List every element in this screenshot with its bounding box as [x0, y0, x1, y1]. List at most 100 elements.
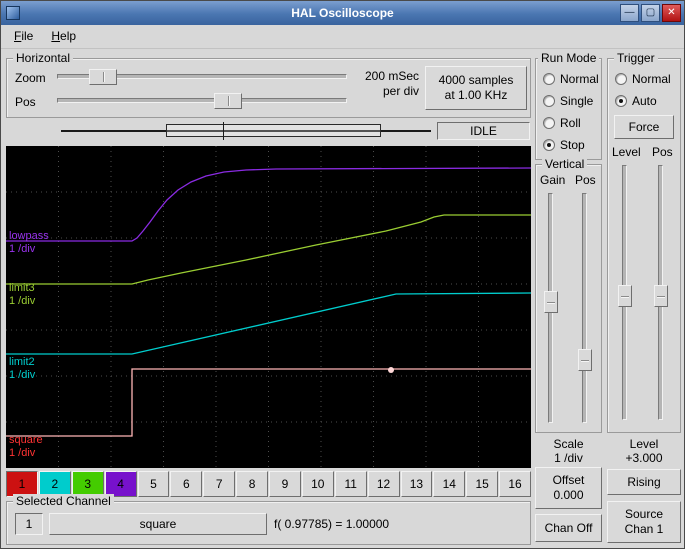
trigger-option-auto[interactable]: Auto [615, 93, 657, 109]
zoom-label: Zoom [15, 71, 46, 85]
trace-label-lowpass: lowpass 1 /div [9, 230, 49, 256]
trace-label-limit3: limit3 1 /div [9, 282, 35, 308]
radio-icon [543, 95, 555, 107]
minimize-icon[interactable]: — [620, 4, 639, 22]
zoom-slider-handle[interactable] [89, 69, 117, 85]
run-mode-option-label: Single [560, 94, 594, 108]
trigger-pos-label: Pos [652, 145, 673, 159]
channel-button-14[interactable]: 14 [433, 471, 466, 497]
selected-channel-frame-label: Selected Channel [13, 494, 114, 508]
channel-button-12[interactable]: 12 [367, 471, 400, 497]
trace-name: limit3 [9, 282, 35, 294]
samples-button[interactable]: 4000 samples at 1.00 KHz [425, 66, 527, 110]
radio-icon [543, 117, 555, 129]
run-mode-option-label: Roll [560, 116, 581, 130]
channel-button-5[interactable]: 5 [137, 471, 170, 497]
run-mode-option-roll[interactable]: Roll [543, 115, 581, 131]
channel-value-readout: f( 0.97785) = 1.00000 [274, 517, 390, 531]
run-mode-option-label: Normal [560, 72, 599, 86]
gain-label: Gain [540, 173, 566, 187]
radio-icon [615, 95, 627, 107]
channel-button-9[interactable]: 9 [269, 471, 301, 497]
trigger-source-button[interactable]: Source Chan 1 [607, 501, 681, 543]
force-button[interactable]: Force [614, 115, 674, 139]
chan-off-button[interactable]: Chan Off [535, 514, 602, 542]
trigger-frame: Trigger Normal Auto Force Level Pos [607, 51, 681, 433]
trace-name: lowpass [9, 230, 49, 242]
maximize-icon[interactable]: ▢ [641, 4, 660, 22]
trigger-level-slider-handle[interactable] [618, 285, 632, 307]
offset-line1: Offset [552, 473, 585, 487]
time-scale-readout: 200 mSec per div [347, 69, 419, 99]
status-display: IDLE [437, 122, 530, 140]
channel-button-13[interactable]: 13 [400, 471, 433, 497]
pos-slider-handle[interactable] [214, 93, 242, 109]
time-scale-line2: per div [382, 84, 419, 98]
trace-name: square [9, 434, 43, 446]
scope-canvas [6, 146, 532, 468]
vertical-frame-label: Vertical [542, 157, 588, 171]
trace-label-square: square 1 /div [9, 434, 43, 460]
titlebar: HAL Oscilloscope — ▢ ✕ [1, 1, 684, 25]
trigger-option-normal[interactable]: Normal [615, 71, 671, 87]
channel-button-11[interactable]: 11 [334, 471, 367, 497]
trigger-pos-slider-handle[interactable] [654, 285, 668, 307]
trigger-point-marker [388, 367, 394, 373]
run-mode-frame-label: Run Mode [538, 51, 600, 65]
gain-slider[interactable] [544, 193, 558, 423]
selected-channel-name-button[interactable]: square [49, 513, 267, 535]
source-line1: Source [624, 507, 664, 521]
trace-lowpass [6, 167, 532, 242]
trace-label-limit2: limit2 1 /div [9, 356, 35, 382]
selected-channel-frame: Selected Channel 1 square f( 0.97785) = … [6, 494, 531, 545]
close-icon[interactable]: ✕ [662, 4, 681, 22]
run-mode-frame: Run Mode Normal Single Roll Stop [535, 51, 602, 160]
gain-slider-handle[interactable] [544, 291, 558, 313]
radio-icon [543, 139, 555, 151]
channel-button-8[interactable]: 8 [236, 471, 268, 497]
scale-caption: Scale [553, 437, 584, 451]
selected-channel-index: 1 [15, 513, 43, 535]
pos-slider-trough [57, 98, 347, 103]
vertical-pos-label: Pos [575, 173, 596, 187]
level-value: +3.000 [625, 451, 663, 465]
pos-slider[interactable] [57, 92, 347, 110]
trigger-level-slider[interactable] [618, 165, 632, 420]
menu-file[interactable]: File [5, 25, 42, 48]
offset-button[interactable]: Offset 0.000 [535, 467, 602, 509]
channel-button-6[interactable]: 6 [170, 471, 203, 497]
channel-button-16[interactable]: 16 [499, 471, 531, 497]
record-window-box[interactable] [166, 124, 381, 137]
run-mode-option-stop[interactable]: Stop [543, 137, 585, 153]
time-scale-line1: 200 mSec [364, 69, 419, 83]
source-line2: Chan 1 [624, 522, 664, 536]
trigger-edge-button[interactable]: Rising [607, 469, 681, 495]
run-mode-option-normal[interactable]: Normal [543, 71, 599, 87]
trigger-level-label: Level [612, 145, 641, 159]
offset-line2: 0.000 [553, 488, 584, 502]
trace-limit2 [6, 292, 532, 355]
menu-help[interactable]: Help [42, 25, 85, 48]
vertical-pos-slider[interactable] [578, 193, 592, 423]
samples-line1: 4000 samples [438, 73, 514, 87]
record-position-indicator [61, 122, 431, 140]
scope-display: lowpass 1 /div limit3 1 /div limit2 1 /d… [6, 146, 532, 468]
level-caption: Level [629, 437, 659, 451]
channel-button-10[interactable]: 10 [301, 471, 334, 497]
record-position-tick [223, 122, 224, 140]
samples-line2: at 1.00 KHz [444, 88, 508, 102]
trace-square [6, 368, 531, 437]
trigger-option-label: Auto [632, 94, 657, 108]
trace-name: limit2 [9, 356, 35, 368]
channel-button-7[interactable]: 7 [203, 471, 236, 497]
trace-limit3 [6, 214, 531, 285]
trigger-pos-slider[interactable] [654, 165, 668, 420]
zoom-slider[interactable] [57, 68, 347, 86]
vertical-pos-slider-handle[interactable] [578, 349, 592, 371]
trigger-option-label: Normal [632, 72, 671, 86]
run-mode-option-single[interactable]: Single [543, 93, 593, 109]
channel-button-15[interactable]: 15 [466, 471, 499, 497]
window-title: HAL Oscilloscope [291, 6, 394, 20]
horizontal-frame-label: Horizontal [13, 51, 74, 65]
trace-scale: 1 /div [9, 295, 36, 307]
